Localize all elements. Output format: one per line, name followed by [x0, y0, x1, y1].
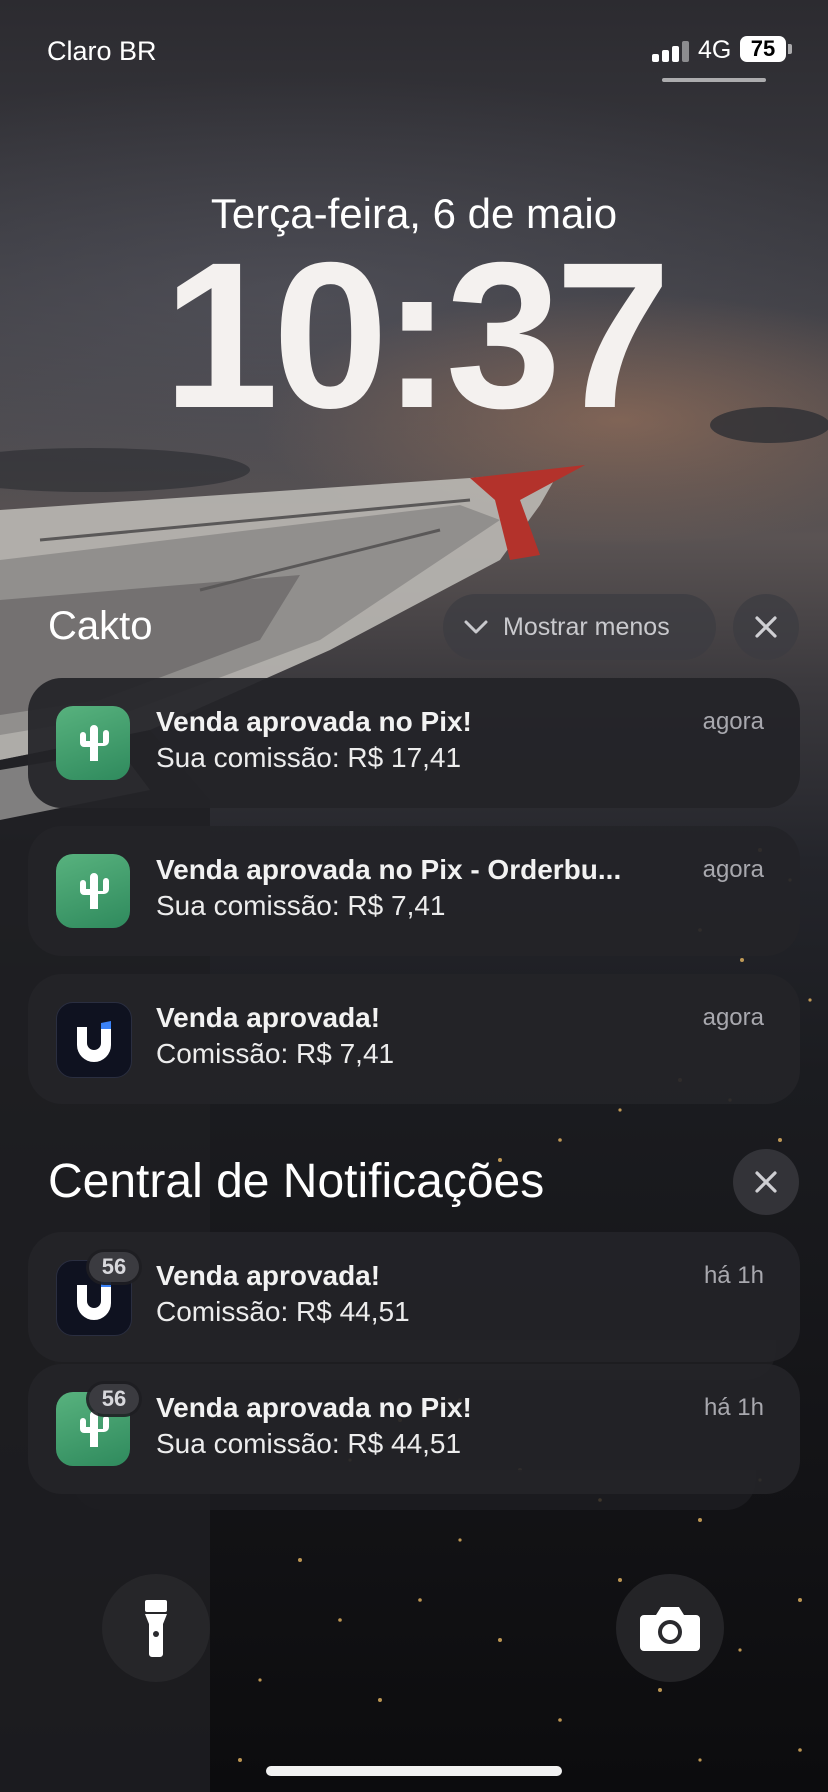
notification-center-title: Central de Notificações	[48, 1155, 545, 1208]
camera-icon	[640, 1607, 700, 1651]
chevron-down-icon	[464, 620, 488, 634]
notification-body: Sua comissão: R$ 44,51	[156, 1428, 462, 1459]
notification-time: há 1h	[703, 1394, 764, 1421]
notification-stack[interactable]: 56 Venda aprovada! Comissão: R$ 44,51 há…	[28, 1232, 800, 1362]
status-bar: Claro BR 4G 75	[0, 0, 828, 100]
notification-title: Venda aprovada no Pix!	[156, 706, 472, 737]
stack-count-badge: 56	[89, 1252, 139, 1282]
notification-time: agora	[702, 1004, 764, 1031]
notification-title: Venda aprovada!	[156, 1260, 381, 1291]
close-icon	[755, 616, 777, 638]
home-indicator[interactable]	[266, 1766, 562, 1776]
stack-count-badge: 56	[89, 1384, 139, 1414]
notification-time: agora	[702, 856, 764, 883]
battery-icon: 75	[740, 36, 786, 62]
flashlight-icon	[145, 1600, 167, 1657]
close-icon	[755, 1171, 777, 1193]
clear-group-button[interactable]	[733, 594, 799, 660]
notification-card[interactable]: Venda aprovada no Pix! Sua comissão: R$ …	[28, 678, 800, 808]
notification-title: Venda aprovada no Pix!	[156, 1392, 472, 1423]
clear-notification-center-button[interactable]	[733, 1149, 799, 1215]
notification-time: agora	[702, 708, 764, 735]
notification-stack[interactable]: 56 Venda aprovada no Pix! Sua comissão: …	[28, 1364, 800, 1494]
notification-card[interactable]: Venda aprovada! Comissão: R$ 7,41 agora	[28, 974, 800, 1104]
lock-clock: 10:37	[163, 220, 671, 452]
notification-body: Sua comissão: R$ 17,41	[156, 742, 462, 773]
u-logo-icon	[56, 1002, 132, 1078]
notification-time: há 1h	[703, 1262, 764, 1289]
notification-body: Comissão: R$ 7,41	[156, 1038, 395, 1069]
notification-body: Comissão: R$ 44,51	[156, 1296, 410, 1327]
battery-tip	[788, 44, 792, 54]
status-indicator-line	[662, 78, 766, 82]
notification-card[interactable]: Venda aprovada no Pix - Orderbu... Sua c…	[28, 826, 800, 956]
notification-title: Venda aprovada!	[156, 1002, 381, 1033]
cactus-icon	[56, 854, 130, 928]
flashlight-button[interactable]	[102, 1574, 210, 1682]
cactus-icon	[56, 706, 130, 780]
show-less-button[interactable]: Mostrar menos	[443, 594, 716, 660]
show-less-label: Mostrar menos	[503, 612, 670, 641]
camera-button[interactable]	[616, 1574, 724, 1682]
notification-body: Sua comissão: R$ 7,41	[156, 890, 446, 921]
network-type: 4G	[698, 36, 732, 64]
carrier-name: Claro BR	[47, 36, 157, 66]
group-title-cakto: Cakto	[48, 604, 153, 648]
signal-strength-icon	[652, 40, 692, 62]
notification-title: Venda aprovada no Pix - Orderbu...	[156, 854, 622, 885]
